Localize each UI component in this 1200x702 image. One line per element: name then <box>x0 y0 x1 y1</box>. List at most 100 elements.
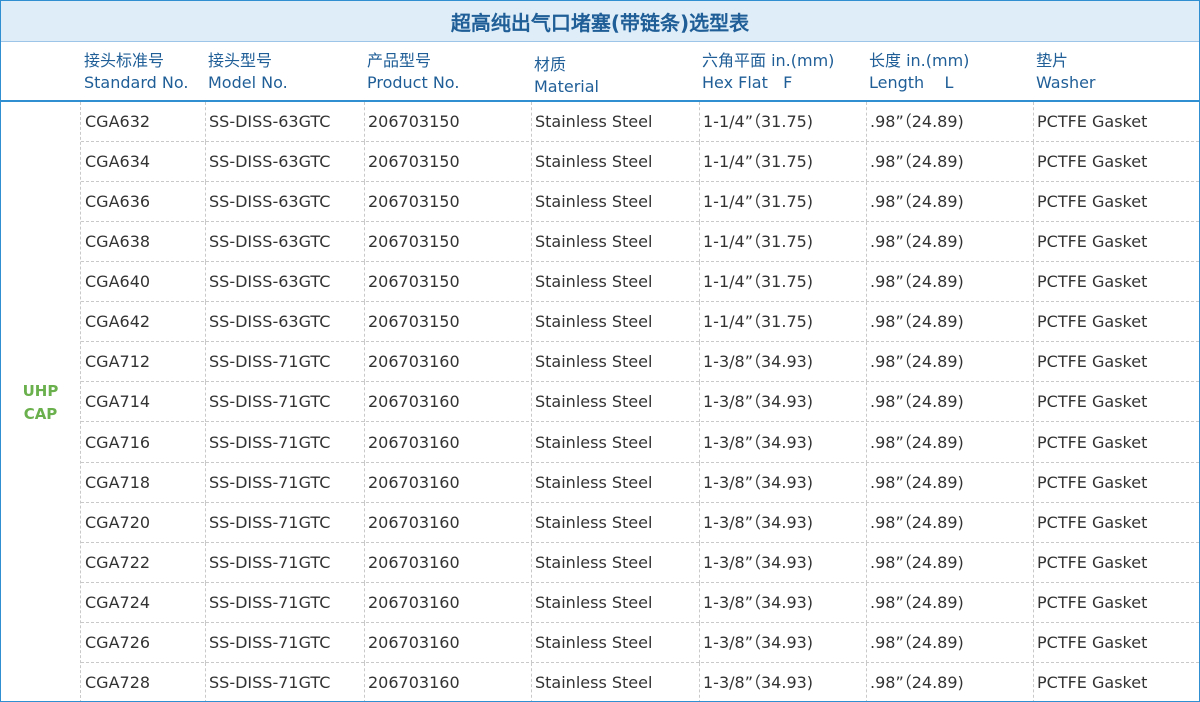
table-row: CGA642 SS-DISS-63GTC 206703150 Stainless St… <box>81 302 1199 343</box>
cell-product-no: 206703150 <box>368 112 460 131</box>
table-row: CGA726 SS-DISS-71GTC 206703160 Stainless St… <box>81 622 1199 663</box>
cell-product-no: 206703150 <box>368 152 460 172</box>
cell-length: .98”（24.89) <box>870 192 964 212</box>
cell-standard-no: CGA726 <box>85 632 151 652</box>
cell-product-no: 206703150 <box>368 312 460 332</box>
cell-washer: PCTFE Gasket <box>1037 592 1148 612</box>
cell-model-no: SS-DISS-63GTC <box>209 152 331 172</box>
cell-washer: PCTFE Gasket <box>1037 112 1148 131</box>
cell-model-no: SS-DISS-71GTC <box>209 392 331 412</box>
cell-standard-no: CGA724 <box>85 592 151 612</box>
cell-standard-no: CGA714 <box>85 392 151 412</box>
cell-model-no: SS-DISS-71GTC <box>209 592 331 612</box>
cell-length: .98”（24.89) <box>870 632 964 652</box>
header-washer-cn: 垫片 <box>1036 51 1069 70</box>
header-product-no-cn: 产品型号 <box>367 51 432 70</box>
table-row: CGA638 SS-DISS-63GTC 206703150 Stainless St… <box>81 222 1199 263</box>
cell-standard-no: CGA634 <box>85 152 151 172</box>
cell-material: Stainless Steel <box>535 632 653 652</box>
cell-length: .98”（24.89) <box>870 472 964 492</box>
cell-length: .98”（24.89) <box>870 392 964 412</box>
cell-washer: PCTFE Gasket <box>1037 392 1148 412</box>
cell-standard-no: CGA638 <box>85 232 151 252</box>
cell-washer: PCTFE Gasket <box>1037 152 1148 172</box>
header-hex-flat-en: Hex Flat F <box>702 73 793 92</box>
cell-washer: PCTFE Gasket <box>1037 272 1148 292</box>
cell-hex-flat: 1-3/8”（34.93) <box>703 432 814 452</box>
header-product-no-en: Product No. <box>367 73 460 92</box>
cell-model-no: SS-DISS-71GTC <box>209 632 331 652</box>
cell-length: .98”（24.89) <box>870 352 964 372</box>
cell-length: .98”（24.89) <box>870 272 964 292</box>
cell-length: .98”（24.89) <box>870 552 964 572</box>
header-length-en: Length L <box>869 73 954 92</box>
cell-product-no: 206703160 <box>368 672 460 692</box>
header-product-no: 产品型号 Product No. <box>367 50 459 94</box>
cell-standard-no: CGA728 <box>85 672 151 692</box>
table-row: CGA716 SS-DISS-71GTC 206703160 Stainless St… <box>81 422 1199 463</box>
header-washer-en: Washer <box>1036 73 1096 92</box>
cell-standard-no: CGA718 <box>85 472 151 492</box>
cell-length: .98”（24.89) <box>870 672 964 692</box>
cell-material: Stainless Steel <box>535 392 653 412</box>
cell-length: .98”（24.89) <box>870 152 964 172</box>
cell-standard-no: CGA640 <box>85 272 151 292</box>
cell-product-no: 206703160 <box>368 392 460 412</box>
cell-hex-flat: 1-3/8”（34.93) <box>703 592 814 612</box>
header-standard-no-en: Standard No. <box>84 73 189 92</box>
cell-washer: PCTFE Gasket <box>1037 352 1148 372</box>
table-row: CGA640 SS-DISS-63GTC 206703150 Stainless St… <box>81 262 1199 303</box>
selection-table: 超高纯出气口堵塞(带链条)选型表 接头标准号 Standard No. 接头型号… <box>0 0 1200 702</box>
cell-model-no: SS-DISS-71GTC <box>209 472 331 492</box>
header-material-en: Material <box>534 77 599 96</box>
header-washer: 垫片 Washer <box>1036 50 1096 94</box>
cell-washer: PCTFE Gasket <box>1037 192 1148 212</box>
cell-product-no: 206703160 <box>368 432 460 452</box>
table-row: CGA634 SS-DISS-63GTC 206703150 Stainless St… <box>81 142 1199 183</box>
cell-length: .98”（24.89) <box>870 592 964 612</box>
cell-model-no: SS-DISS-71GTC <box>209 432 331 452</box>
cell-hex-flat: 1-3/8”（34.93) <box>703 472 814 492</box>
header-material: 材质 Material <box>534 54 599 98</box>
header-hex-flat-cn: 六角平面 in.(mm) <box>702 51 835 70</box>
cell-standard-no: CGA632 <box>85 112 151 131</box>
cell-hex-flat: 1-1/4”（31.75) <box>703 192 814 212</box>
cell-hex-flat: 1-3/8”（34.93) <box>703 512 814 532</box>
cell-model-no: SS-DISS-71GTC <box>209 552 331 572</box>
cell-hex-flat: 1-1/4”（31.75) <box>703 112 814 131</box>
cell-washer: PCTFE Gasket <box>1037 232 1148 252</box>
cell-length: .98”（24.89) <box>870 232 964 252</box>
cell-material: Stainless Steel <box>535 512 653 532</box>
cell-material: Stainless Steel <box>535 312 653 332</box>
cell-standard-no: CGA716 <box>85 432 151 452</box>
header-standard-no-cn: 接头标准号 <box>84 51 165 70</box>
table-row: CGA724 SS-DISS-71GTC 206703160 Stainless St… <box>81 582 1199 623</box>
cell-hex-flat: 1-3/8”（34.93) <box>703 632 814 652</box>
cell-washer: PCTFE Gasket <box>1037 672 1148 692</box>
cell-product-no: 206703150 <box>368 192 460 212</box>
cell-material: Stainless Steel <box>535 432 653 452</box>
cell-product-no: 206703160 <box>368 592 460 612</box>
cell-washer: PCTFE Gasket <box>1037 632 1148 652</box>
cell-hex-flat: 1-1/4”（31.75) <box>703 312 814 332</box>
cell-product-no: 206703160 <box>368 352 460 372</box>
cell-material: Stainless Steel <box>535 352 653 372</box>
cell-length: .98”（24.89) <box>870 432 964 452</box>
cell-washer: PCTFE Gasket <box>1037 312 1148 332</box>
header-material-cn: 材质 <box>534 55 567 74</box>
table-row: CGA720 SS-DISS-71GTC 206703160 Stainless St… <box>81 502 1199 543</box>
header-standard-no: 接头标准号 Standard No. <box>84 50 188 94</box>
cell-material: Stainless Steel <box>535 472 653 492</box>
cell-hex-flat: 1-3/8”（34.93) <box>703 552 814 572</box>
cell-standard-no: CGA712 <box>85 352 151 372</box>
cell-material: Stainless Steel <box>535 552 653 572</box>
cell-hex-flat: 1-3/8”（34.93) <box>703 392 814 412</box>
cell-length: .98”（24.89) <box>870 112 964 131</box>
header-model-no-cn: 接头型号 <box>208 51 273 70</box>
table-row: CGA714 SS-DISS-71GTC 206703160 Stainless St… <box>81 382 1199 423</box>
cell-model-no: SS-DISS-71GTC <box>209 672 331 692</box>
cell-material: Stainless Steel <box>535 152 653 172</box>
cell-standard-no: CGA636 <box>85 192 151 212</box>
cell-product-no: 206703150 <box>368 272 460 292</box>
cell-model-no: SS-DISS-63GTC <box>209 112 331 131</box>
